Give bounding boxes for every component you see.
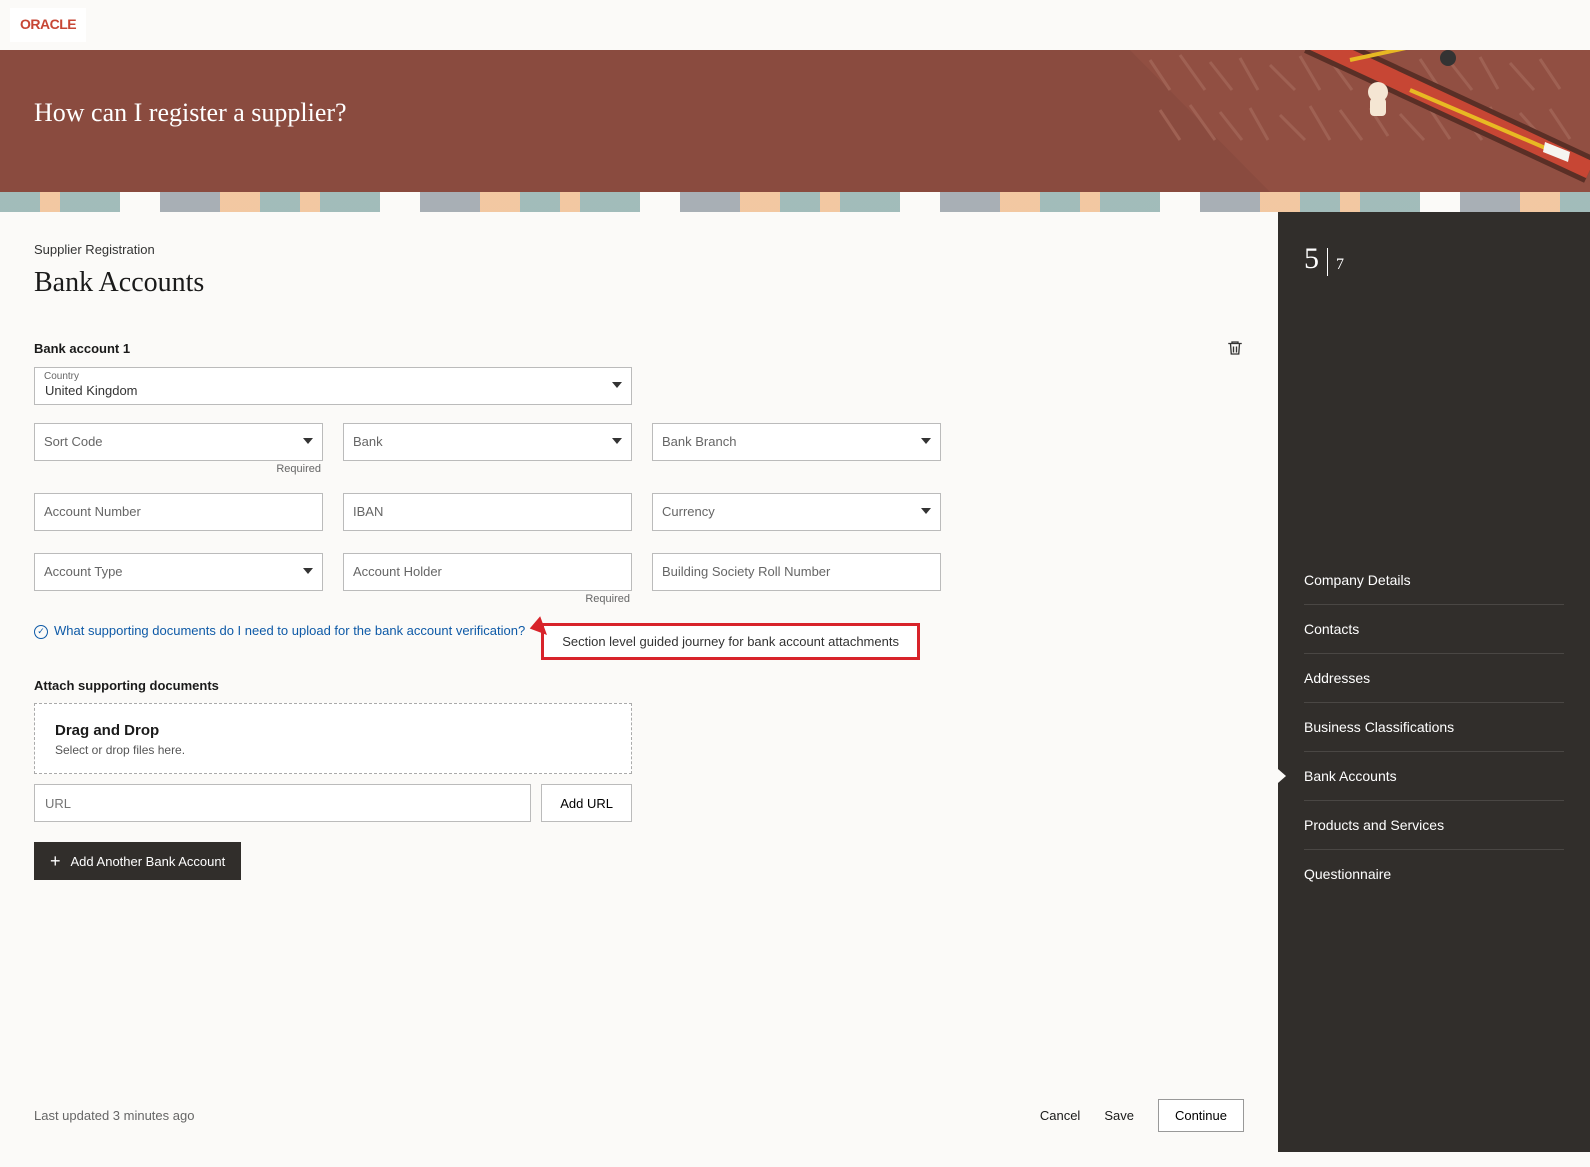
continue-button[interactable]: Continue [1158,1099,1244,1132]
nav-business-classifications[interactable]: Business Classifications [1304,703,1564,752]
currency-select[interactable] [652,493,941,531]
bank-select[interactable] [343,423,632,461]
building-society-input[interactable] [652,553,941,591]
plus-icon: + [50,852,61,870]
nav-bank-accounts[interactable]: Bank Accounts [1304,752,1564,801]
sidebar: 5 7 Company Details Contacts Addresses B… [1278,212,1590,1152]
wizard-nav: Company Details Contacts Addresses Busin… [1304,556,1564,898]
hero-banner: How can I register a supplier? [0,50,1590,192]
cancel-button[interactable]: Cancel [1040,1108,1080,1123]
step-indicator: 5 7 [1304,242,1564,276]
add-another-bank-account-button[interactable]: + Add Another Bank Account [34,842,241,880]
bank-account-section-label: Bank account 1 [34,341,1226,356]
nav-contacts[interactable]: Contacts [1304,605,1564,654]
nav-addresses[interactable]: Addresses [1304,654,1564,703]
callout-pointer [527,616,547,640]
add-url-button[interactable]: Add URL [541,784,632,822]
logo-container: ORACLE [10,8,86,42]
nav-products-services[interactable]: Products and Services [1304,801,1564,850]
current-step: 5 [1304,242,1319,276]
sort-code-select[interactable] [34,423,323,461]
main-content: Supplier Registration Bank Accounts Bank… [0,212,1278,1152]
help-link-text: What supporting documents do I need to u… [54,623,525,638]
bank-branch-select[interactable] [652,423,941,461]
nav-company-details[interactable]: Company Details [1304,556,1564,605]
step-divider [1327,248,1328,276]
account-number-input[interactable] [34,493,323,531]
guided-journey-callout: Section level guided journey for bank ac… [541,623,920,660]
country-select[interactable] [34,367,632,405]
attach-label: Attach supporting documents [34,678,1244,693]
callout-text: Section level guided journey for bank ac… [562,634,899,649]
account-holder-required-hint: Required [343,593,632,605]
help-icon: ✓ [34,625,48,639]
breadcrumb: Supplier Registration [34,242,1244,257]
oracle-logo: ORACLE [20,16,76,32]
delete-icon[interactable] [1226,339,1244,357]
last-updated-text: Last updated 3 minutes ago [34,1108,1040,1123]
sort-code-required-hint: Required [34,463,323,475]
page-title: Bank Accounts [34,267,1244,299]
account-type-select[interactable] [34,553,323,591]
supporting-docs-help-link[interactable]: ✓ What supporting documents do I need to… [34,623,525,638]
account-holder-input[interactable] [343,553,632,591]
url-input[interactable] [34,784,531,822]
save-button[interactable]: Save [1104,1108,1134,1123]
file-dropzone[interactable]: Drag and Drop Select or drop files here. [34,703,632,774]
add-account-label: Add Another Bank Account [71,854,226,869]
hero-illustration [1070,50,1590,192]
dropzone-subtitle: Select or drop files here. [55,743,611,757]
nav-questionnaire[interactable]: Questionnaire [1304,850,1564,898]
total-steps: 7 [1336,256,1344,276]
top-bar: ORACLE [0,0,1590,50]
decorative-stripe [0,192,1590,212]
iban-input[interactable] [343,493,632,531]
dropzone-title: Drag and Drop [55,722,611,739]
